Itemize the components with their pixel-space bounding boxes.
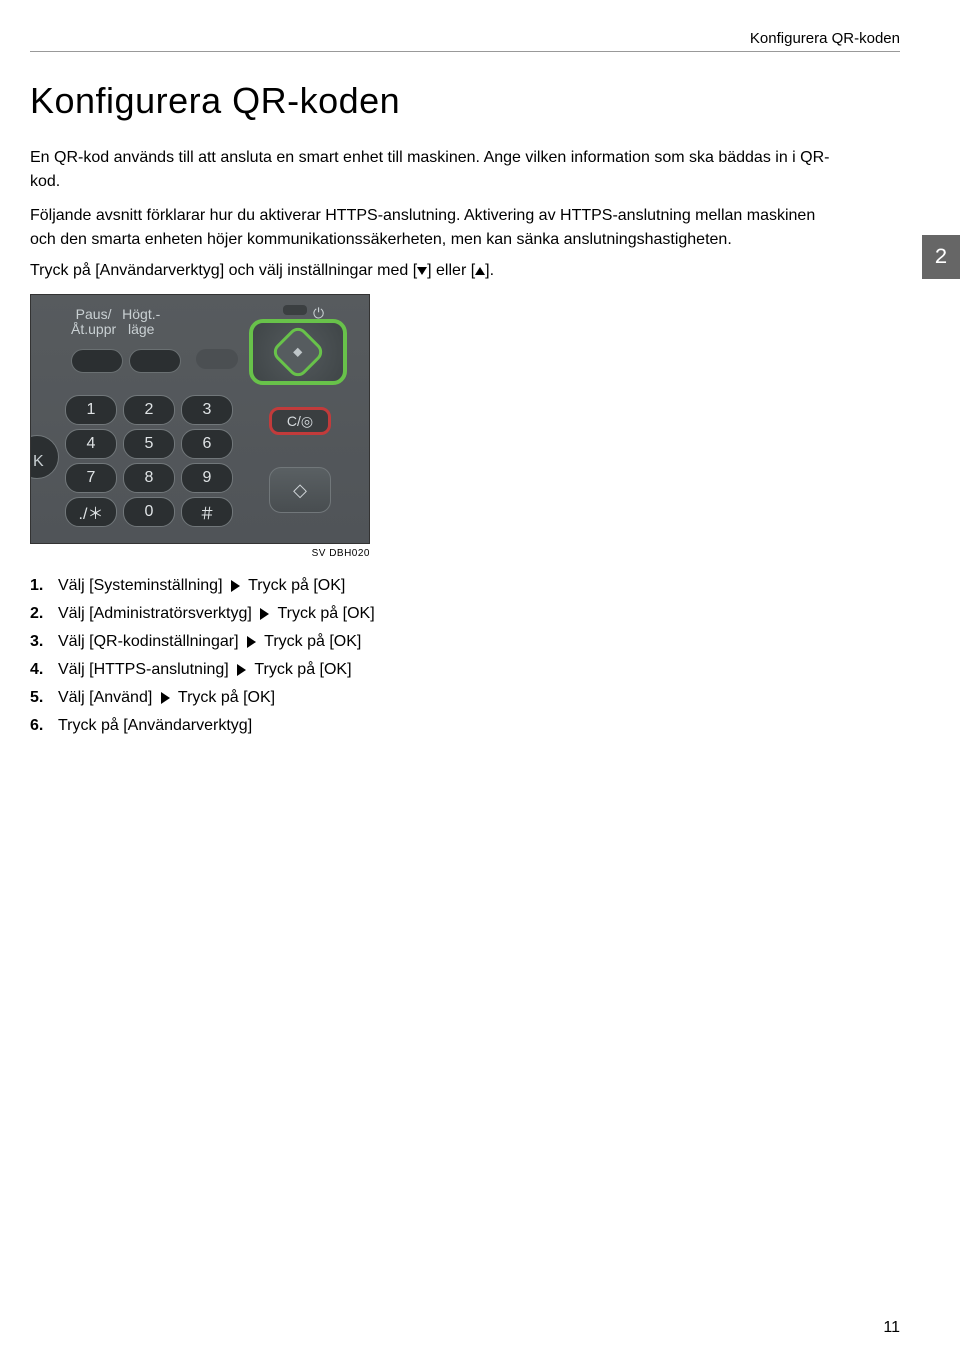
- step-5-suffix: Tryck på [OK]: [178, 689, 275, 706]
- instruction-line: Tryck på [Användarverktyg] och välj inst…: [30, 262, 900, 280]
- led-indicator: [283, 305, 307, 315]
- step-5-prefix: Välj [Använd]: [58, 689, 152, 706]
- step-1-prefix: Välj [Systeminställning]: [58, 577, 223, 594]
- label-paus: Paus/ Åt.uppr: [71, 307, 116, 336]
- function-button: [196, 349, 238, 369]
- step-3: Välj [QR-kodinställningar] Tryck på [OK]: [30, 633, 900, 651]
- right-triangle-icon: [231, 580, 240, 592]
- key-9: 9: [181, 463, 233, 493]
- start-button: ◇: [269, 467, 331, 513]
- step-3-suffix: Tryck på [OK]: [264, 633, 361, 650]
- numeric-keypad: 1 2 3 4 5 6 7 8 9 ./＊ 0 ＃: [65, 395, 233, 527]
- key-star: ./＊: [65, 497, 117, 527]
- label-hogt-l1: Högt.-: [122, 307, 160, 322]
- label-hogt: Högt.- läge: [122, 307, 160, 336]
- key-2: 2: [123, 395, 175, 425]
- instruction-suffix: ].: [485, 262, 494, 279]
- steps-list: Välj [Systeminställning] Tryck på [OK] V…: [30, 577, 900, 735]
- page-title: Konfigurera QR-koden: [30, 80, 900, 122]
- key-5: 5: [123, 429, 175, 459]
- intro-paragraph-2: Följande avsnitt förklarar hur du aktive…: [30, 204, 830, 252]
- step-2: Välj [Administratörsverktyg] Tryck på [O…: [30, 605, 900, 623]
- step-4: Välj [HTTPS-anslutning] Tryck på [OK]: [30, 661, 900, 679]
- control-panel-figure: Paus/ Åt.uppr Högt.- läge ⏻ K 1 2 3 4 5 …: [30, 294, 370, 544]
- page-number: 11: [883, 1319, 900, 1337]
- step-1-suffix: Tryck på [OK]: [248, 577, 345, 594]
- step-4-suffix: Tryck på [OK]: [254, 661, 351, 678]
- up-arrow-icon: [475, 267, 485, 275]
- intro-paragraph-1: En QR-kod används till att ansluta en sm…: [30, 146, 830, 194]
- key-3: 3: [181, 395, 233, 425]
- label-hogt-l2: läge: [122, 322, 160, 337]
- clear-button-highlight: C/◎: [269, 407, 331, 435]
- step-3-prefix: Välj [QR-kodinställningar]: [58, 633, 239, 650]
- dpad-highlight: [249, 319, 347, 385]
- running-header: Konfigurera QR-koden: [30, 30, 900, 52]
- key-4: 4: [65, 429, 117, 459]
- step-2-prefix: Välj [Administratörsverktyg]: [58, 605, 252, 622]
- step-1: Välj [Systeminställning] Tryck på [OK]: [30, 577, 900, 595]
- right-triangle-icon: [237, 664, 246, 676]
- instruction-prefix: Tryck på [Användarverktyg] och välj inst…: [30, 262, 417, 279]
- pill-button-2: [129, 349, 181, 373]
- step-5: Välj [Använd] Tryck på [OK]: [30, 689, 900, 707]
- step-4-prefix: Välj [HTTPS-anslutning]: [58, 661, 229, 678]
- step-6: Tryck på [Användarverktyg]: [30, 717, 900, 735]
- section-tab: 2: [922, 235, 960, 279]
- side-letter: K: [33, 453, 44, 471]
- key-8: 8: [123, 463, 175, 493]
- key-0: 0: [123, 497, 175, 527]
- label-paus-l2: Åt.uppr: [71, 322, 116, 337]
- label-paus-l1: Paus/: [71, 307, 116, 322]
- figure-caption: SV DBH020: [30, 548, 370, 559]
- key-hash: ＃: [181, 497, 233, 527]
- right-triangle-icon: [161, 692, 170, 704]
- step-2-suffix: Tryck på [OK]: [277, 605, 374, 622]
- right-triangle-icon: [260, 608, 269, 620]
- down-arrow-icon: [417, 267, 427, 275]
- pill-button-1: [71, 349, 123, 373]
- key-1: 1: [65, 395, 117, 425]
- instruction-mid: ] eller [: [427, 262, 475, 279]
- dpad-ok-button: [270, 324, 327, 381]
- key-7: 7: [65, 463, 117, 493]
- key-6: 6: [181, 429, 233, 459]
- right-triangle-icon: [247, 636, 256, 648]
- step-6-prefix: Tryck på [Användarverktyg]: [58, 717, 252, 734]
